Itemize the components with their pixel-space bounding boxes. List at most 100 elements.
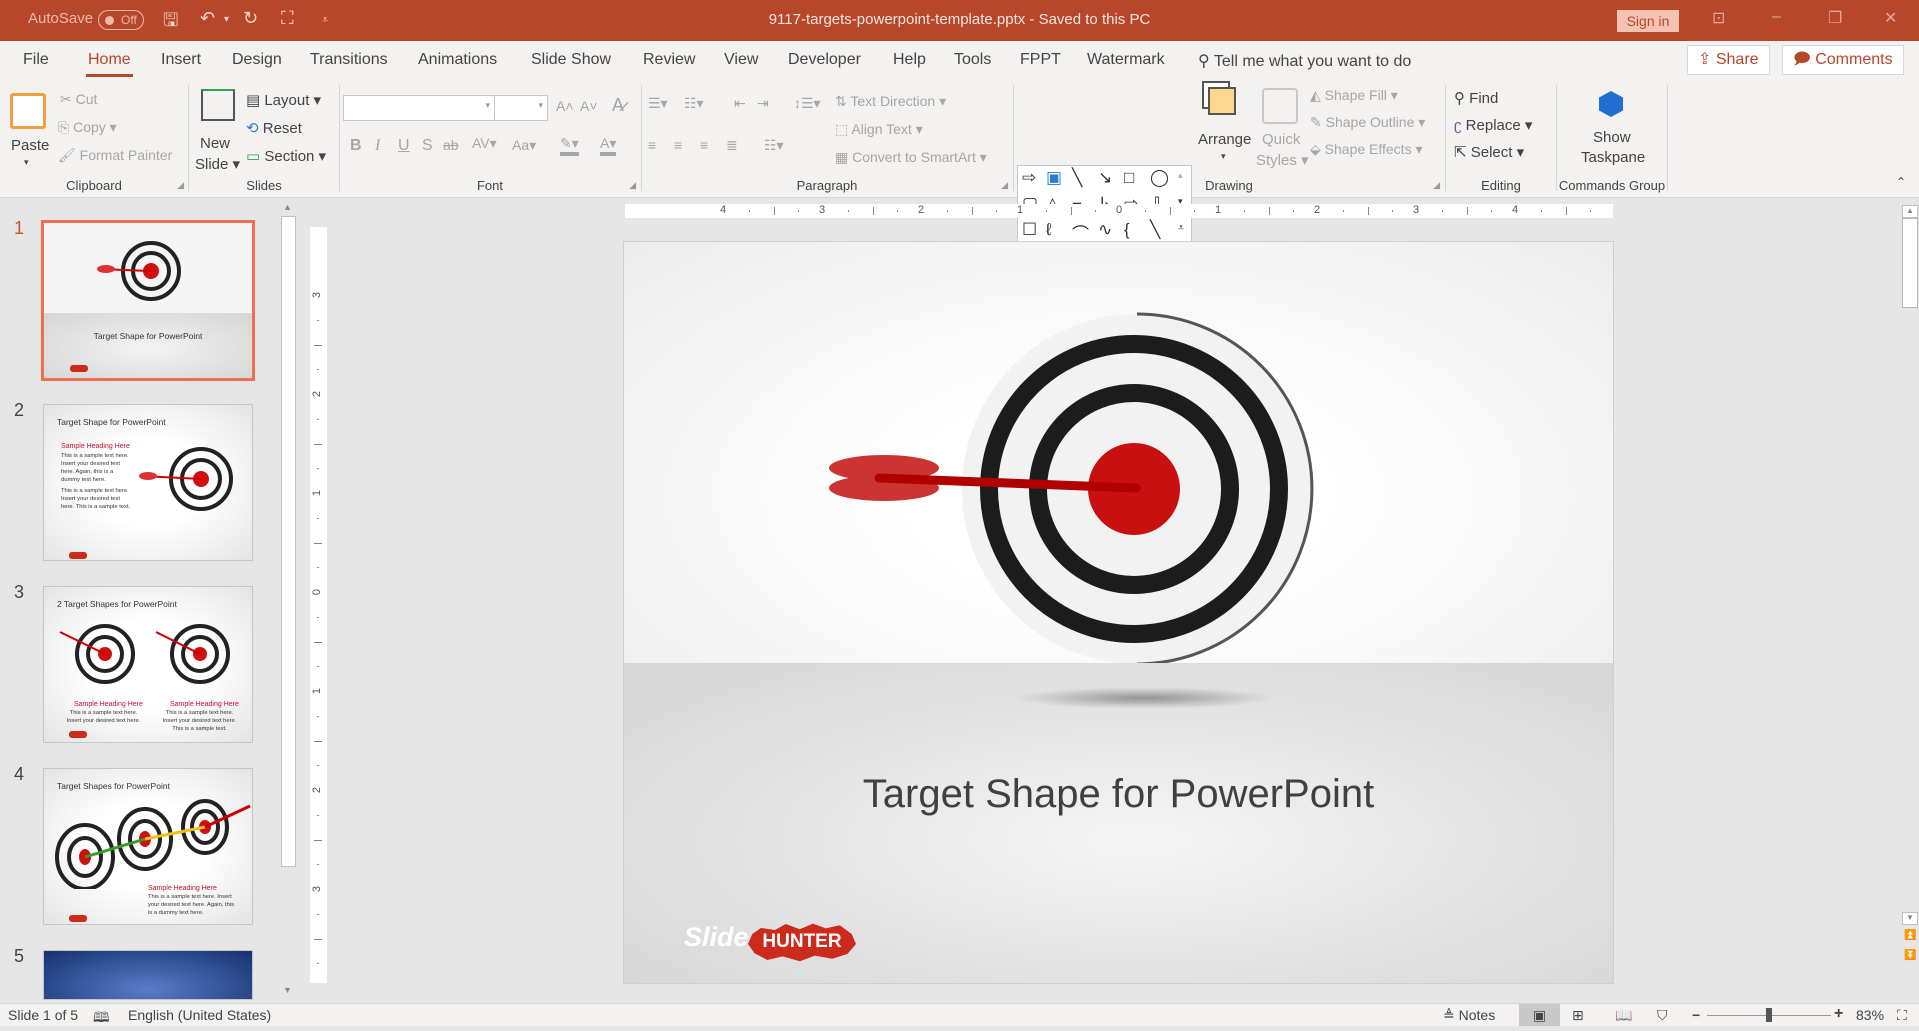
comments-button[interactable]: 🗩 Comments [1782, 45, 1904, 75]
clear-formatting-icon[interactable]: A̷ [612, 95, 624, 116]
show-taskpane-button[interactable]: Taskpane [1581, 149, 1645, 166]
shape-effects-button[interactable]: ⬙ Shape Effects ▾ [1310, 141, 1423, 158]
scroll-up-icon[interactable]: ▲ [283, 202, 292, 212]
justify-icon[interactable]: ≣ [726, 137, 738, 154]
arrange-dropdown-icon[interactable]: ▾ [1221, 151, 1226, 162]
brace-shape-icon[interactable]: { [1124, 220, 1130, 240]
font-size-input[interactable]: ▾ [494, 95, 548, 121]
arrange-button[interactable]: Arrange [1198, 131, 1251, 148]
slide-thumbnail-2[interactable]: Target Shape for PowerPoint Sample Headi… [43, 404, 253, 561]
share-button[interactable]: ⇪ Share [1687, 45, 1770, 75]
tab-design[interactable]: Design [232, 51, 282, 69]
slide-title[interactable]: Target Shape for PowerPoint [624, 772, 1613, 817]
tab-watermark[interactable]: Watermark [1087, 51, 1165, 69]
quick-styles-icon[interactable] [1262, 88, 1298, 124]
present-icon[interactable]: ⛶ [281, 8, 294, 29]
slide-thumbnail-4[interactable]: Target Shapes for PowerPoint Sample Head… [43, 768, 253, 925]
arrange-icon[interactable] [1208, 87, 1236, 115]
tab-developer[interactable]: Developer [788, 51, 861, 69]
zoom-out-icon[interactable]: − [1692, 1007, 1700, 1023]
tab-home[interactable]: Home [86, 51, 133, 77]
grow-font-icon[interactable]: A˄ [556, 98, 574, 114]
zoom-level[interactable]: 83% [1856, 1007, 1884, 1023]
slideshow-view-icon[interactable]: ⛉ [1657, 1007, 1668, 1024]
zoom-slider[interactable] [1707, 1008, 1831, 1022]
freeform-shape-icon[interactable]: ☐ [1022, 220, 1037, 240]
undo-dropdown-icon[interactable]: ▾ [224, 14, 229, 25]
slide-scrollbar[interactable]: ▲ ▼ ⏫ ⏬ [1901, 198, 1919, 998]
customize-qat-icon[interactable]: ⩡ [322, 14, 328, 27]
scrollbar-thumb[interactable] [281, 216, 296, 867]
section-button[interactable]: ▭ Section ▾ [246, 147, 326, 165]
tab-help[interactable]: Help [893, 51, 926, 69]
increase-indent-icon[interactable]: ⇥ [757, 95, 769, 112]
dialog-launcher-icon[interactable]: ◢ [629, 180, 636, 191]
quick-styles-button[interactable]: Styles ▾ [1256, 151, 1309, 169]
layout-button[interactable]: ▤ Layout ▾ [246, 91, 321, 109]
copy-button[interactable]: ⎘ Copy ▾ [58, 119, 117, 136]
sign-in-button[interactable]: Sign in [1617, 10, 1679, 32]
dialog-launcher-icon[interactable]: ◢ [1001, 180, 1008, 191]
bullets-icon[interactable]: ☰▾ [648, 95, 668, 112]
show-taskpane-label-1[interactable]: Show [1593, 129, 1631, 146]
zoom-slider-thumb[interactable] [1766, 1008, 1772, 1022]
convert-smartart-button[interactable]: ▦ Convert to SmartArt ▾ [835, 149, 987, 166]
line-shape-icon[interactable]: ╲ [1072, 168, 1082, 188]
columns-icon[interactable]: ☷▾ [764, 137, 784, 154]
collapse-ribbon-icon[interactable]: ⌃ [1896, 175, 1906, 189]
quick-styles-label-1[interactable]: Quick [1262, 131, 1300, 148]
new-slide-label-1[interactable]: New [200, 135, 230, 152]
save-icon[interactable]: 🖫 [163, 8, 178, 38]
redo-icon[interactable]: ↻ [243, 8, 258, 29]
change-case-icon[interactable]: Aa▾ [512, 137, 536, 154]
replace-button[interactable]: ʗ Replace ▾ [1454, 116, 1532, 134]
slide-thumbnail-3[interactable]: 2 Target Shapes for PowerPoint Sample He… [43, 586, 253, 743]
underline-icon[interactable]: U [398, 137, 410, 155]
format-painter-button[interactable]: 🖌 Format Painter [58, 147, 172, 164]
select-button[interactable]: ⇱ Select ▾ [1454, 143, 1524, 161]
tab-animations[interactable]: Animations [418, 51, 497, 69]
italic-icon[interactable]: I [375, 137, 380, 155]
textbox-shape-icon[interactable]: ▣ [1046, 168, 1062, 188]
strikethrough-icon[interactable]: ab [443, 137, 459, 153]
dialog-launcher-icon[interactable]: ◢ [177, 180, 184, 191]
close-icon[interactable]: ✕ [1884, 8, 1897, 28]
undo-icon[interactable]: ↶ [200, 8, 215, 29]
scrollbar-thumb[interactable] [1902, 218, 1918, 308]
tab-file[interactable]: File [23, 51, 49, 69]
autosave-toggle[interactable]: Off [98, 10, 144, 30]
taskpane-icon[interactable] [1599, 91, 1623, 117]
tab-slide-show[interactable]: Slide Show [531, 51, 611, 69]
spell-check-icon[interactable]: 🕮 [93, 1007, 110, 1031]
highlight-icon[interactable]: ✎▾ [560, 135, 579, 156]
cut-button[interactable]: ✂ Cut [60, 91, 97, 108]
previous-slide-icon[interactable]: ⏫ [1904, 930, 1916, 941]
paste-button[interactable]: Paste [11, 137, 49, 154]
dialog-launcher-icon[interactable]: ◢ [1433, 180, 1440, 191]
slide-thumbnail-1[interactable]: Target Shape for PowerPoint [41, 220, 255, 381]
reset-button[interactable]: ⟲ Reset [246, 119, 302, 137]
arrow-shape-icon[interactable]: ⇨ [1022, 168, 1036, 188]
paste-icon[interactable] [10, 93, 46, 129]
arrow-line-shape-icon[interactable]: ↘ [1098, 168, 1112, 188]
scribble-shape-icon[interactable]: ℓ [1046, 220, 1052, 240]
rectangle-shape-icon[interactable]: □ [1124, 168, 1134, 188]
font-name-dropdown-icon[interactable]: ▾ [485, 100, 490, 111]
line-spacing-icon[interactable]: ↕☰▾ [794, 95, 821, 112]
paste-dropdown-icon[interactable]: ▾ [24, 157, 29, 168]
tell-me-search[interactable]: ⚲ Tell me what you want to do [1198, 51, 1411, 71]
ribbon-display-icon[interactable]: ⊡ [1712, 8, 1725, 28]
numbering-icon[interactable]: ☷▾ [684, 95, 704, 112]
restore-icon[interactable]: ❐ [1828, 8, 1842, 28]
shrink-font-icon[interactable]: A˅ [580, 98, 598, 114]
decrease-indent-icon[interactable]: ⇤ [734, 95, 746, 112]
next-slide-icon[interactable]: ⏬ [1904, 950, 1916, 961]
tab-view[interactable]: View [724, 51, 758, 69]
notes-button[interactable]: ≜ Notes [1443, 1007, 1495, 1024]
shadow-icon[interactable]: S [422, 137, 433, 155]
slide-thumbnail-5[interactable] [43, 950, 253, 1000]
scroll-up-icon[interactable]: ▲ [1902, 205, 1918, 218]
scroll-down-icon[interactable]: ▼ [283, 985, 292, 995]
text-direction-button[interactable]: ⇅ Text Direction ▾ [835, 93, 946, 110]
tab-tools[interactable]: Tools [954, 51, 991, 69]
